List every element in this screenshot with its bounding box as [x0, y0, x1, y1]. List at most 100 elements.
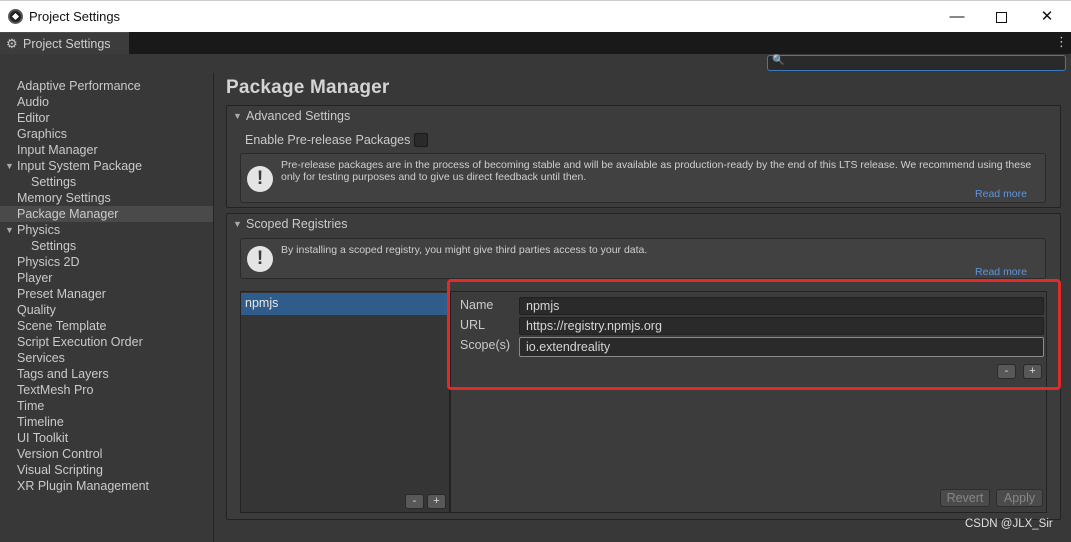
name-label: Name — [460, 298, 494, 312]
sidebar-item-label: Player — [17, 271, 53, 285]
sidebar-item-label: Time — [17, 399, 45, 413]
sidebar-item-label: Visual Scripting — [17, 463, 103, 477]
gear-icon: ⚙ — [6, 36, 18, 51]
sidebar-item-label: Services — [17, 351, 65, 365]
sidebar-item-label: Package Manager — [17, 207, 119, 221]
sidebar-item-label: Script Execution Order — [17, 335, 143, 349]
add-scope-button[interactable]: + — [1023, 364, 1042, 379]
scoped-registries-header: Scoped Registries — [246, 217, 348, 231]
sidebar-item-label: Settings — [31, 239, 77, 253]
scoped-registries-foldout[interactable]: ▼ Scoped Registries — [227, 214, 1060, 234]
scoped-help-text: By installing a scoped registry, you mig… — [281, 244, 648, 256]
sidebar-item-visual-scripting[interactable]: Visual Scripting — [0, 462, 213, 478]
sidebar-item-timeline[interactable]: Timeline — [0, 414, 213, 430]
foldout-arrow-icon[interactable]: ▼ — [5, 222, 14, 238]
sidebar-item-label: Physics 2D — [17, 255, 80, 269]
sidebar-item-label: Preset Manager — [17, 287, 106, 301]
registry-list-item[interactable]: npmjs — [241, 293, 449, 315]
sidebar-item-preset-manager[interactable]: Preset Manager — [0, 286, 213, 302]
prerelease-help-text: Pre-release packages are in the process … — [281, 159, 1032, 183]
minimize-button[interactable]: — — [934, 1, 980, 32]
scoped-registry-helpbox: ! By installing a scoped registry, you m… — [240, 238, 1046, 279]
sidebar-item-player[interactable]: Player — [0, 270, 213, 286]
sidebar-item-physics[interactable]: ▼ Physics — [0, 222, 213, 238]
remove-scope-button[interactable]: - — [997, 364, 1016, 379]
advanced-settings-header: Advanced Settings — [246, 109, 351, 123]
search-input[interactable]: 🔍 — [767, 55, 1066, 71]
sidebar-item-package-manager[interactable]: Package Manager — [0, 206, 213, 222]
sidebar-item-label: Timeline — [17, 415, 64, 429]
sidebar-item-scene-template[interactable]: Scene Template — [0, 318, 213, 334]
sidebar-item-adaptive-performance[interactable]: Adaptive Performance — [0, 78, 213, 94]
sidebar-item-settings[interactable]: Settings — [0, 174, 213, 190]
url-field[interactable]: https://registry.npmjs.org — [519, 317, 1044, 335]
sidebar-item-tags-and-layers[interactable]: Tags and Layers — [0, 366, 213, 382]
sidebar-item-label: Settings — [31, 175, 77, 189]
sidebar-item-graphics[interactable]: Graphics — [0, 126, 213, 142]
registry-list: npmjs - + — [240, 291, 450, 513]
foldout-arrow-icon[interactable]: ▼ — [5, 158, 14, 174]
sidebar-item-label: Input System Package — [17, 159, 143, 173]
remove-registry-button[interactable]: - — [405, 494, 424, 509]
search-icon: 🔍 — [772, 55, 785, 66]
tab-project-settings[interactable]: ⚙ Project Settings — [0, 32, 129, 54]
scoped-registries-section: ▼ Scoped Registries ! By installing a sc… — [226, 213, 1061, 520]
add-registry-button[interactable]: + — [427, 494, 446, 509]
sidebar-item-label: Adaptive Performance — [17, 79, 141, 93]
sidebar-item-label: XR Plugin Management — [17, 479, 150, 493]
kebab-menu-icon[interactable]: ⋮ — [1055, 34, 1068, 50]
sidebar-item-memory-settings[interactable]: Memory Settings — [0, 190, 213, 206]
prerelease-helpbox: ! Pre-release packages are in the proces… — [240, 153, 1046, 203]
sidebar-item-script-execution-order[interactable]: Script Execution Order — [0, 334, 213, 350]
registry-detail-panel: Name npmjs URL https://registry.npmjs.or… — [450, 291, 1047, 513]
maximize-button[interactable] — [978, 1, 1024, 32]
sidebar-item-label: Physics — [17, 223, 61, 237]
sidebar-item-settings[interactable]: Settings — [0, 238, 213, 254]
sidebar-item-quality[interactable]: Quality — [0, 302, 213, 318]
sidebar-item-label: Graphics — [17, 127, 68, 141]
sidebar-item-label: Scene Template — [17, 319, 107, 333]
sidebar-item-label: UI Toolkit — [17, 431, 69, 445]
tab-bar: ⚙ Project Settings ⋮ — [0, 32, 1071, 54]
sidebar-item-label: Quality — [17, 303, 56, 317]
foldout-arrow-icon: ▼ — [233, 219, 242, 229]
warning-icon: ! — [247, 166, 273, 192]
close-button[interactable]: ✕ — [1024, 1, 1070, 32]
advanced-settings-foldout[interactable]: ▼ Advanced Settings — [227, 106, 1060, 126]
sidebar-item-label: Memory Settings — [17, 191, 111, 205]
window-title: Project Settings — [29, 9, 121, 24]
sidebar-item-label: Tags and Layers — [17, 367, 109, 381]
scopes-label: Scope(s) — [460, 338, 511, 352]
window-titlebar: Project Settings — ✕ — [0, 0, 1071, 32]
prerelease-label: Enable Pre-release Packages — [245, 133, 411, 147]
sidebar-item-label: TextMesh Pro — [17, 383, 94, 397]
settings-sidebar: Adaptive Performance Audio Editor Graphics I… — [0, 73, 214, 542]
url-label: URL — [460, 318, 486, 332]
name-field[interactable]: npmjs — [519, 297, 1044, 315]
sidebar-item-version-control[interactable]: Version Control — [0, 446, 213, 462]
sidebar-item-input-manager[interactable]: Input Manager — [0, 142, 213, 158]
prerelease-read-more-link[interactable]: Read more — [975, 188, 1027, 200]
sidebar-item-time[interactable]: Time — [0, 398, 213, 414]
sidebar-item-physics-2d[interactable]: Physics 2D — [0, 254, 213, 270]
sidebar-item-ui-toolkit[interactable]: UI Toolkit — [0, 430, 213, 446]
foldout-arrow-icon: ▼ — [233, 111, 242, 121]
revert-button[interactable]: Revert — [940, 489, 990, 507]
scoped-read-more-link[interactable]: Read more — [975, 266, 1027, 278]
sidebar-item-label: Audio — [17, 95, 49, 109]
advanced-settings-section: ▼ Advanced Settings Enable Pre-release P… — [226, 105, 1061, 208]
prerelease-checkbox[interactable] — [414, 133, 428, 147]
sidebar-item-audio[interactable]: Audio — [0, 94, 213, 110]
unity-logo-icon — [8, 9, 23, 24]
sidebar-item-editor[interactable]: Editor — [0, 110, 213, 126]
apply-button[interactable]: Apply — [996, 489, 1043, 507]
maximize-icon — [995, 11, 1007, 23]
sidebar-item-input-system-package[interactable]: ▼ Input System Package — [0, 158, 213, 174]
sidebar-item-label: Version Control — [17, 447, 103, 461]
settings-content: Package Manager ▼ Advanced Settings Enab… — [215, 73, 1071, 542]
sidebar-item-textmesh-pro[interactable]: TextMesh Pro — [0, 382, 213, 398]
sidebar-item-label: Editor — [17, 111, 50, 125]
sidebar-item-services[interactable]: Services — [0, 350, 213, 366]
sidebar-item-xr-plugin-management[interactable]: XR Plugin Management — [0, 478, 213, 494]
scope-field[interactable]: io.extendreality — [519, 337, 1044, 357]
